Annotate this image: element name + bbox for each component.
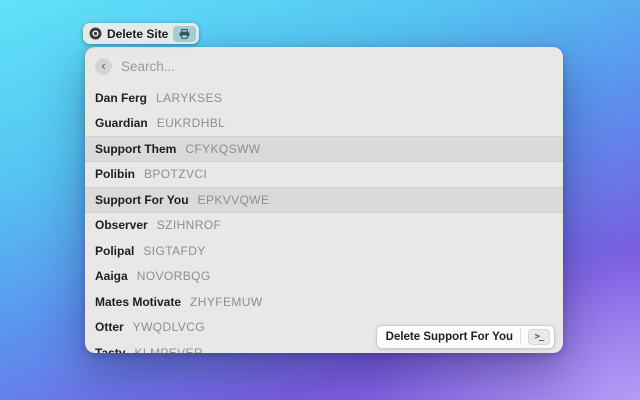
site-code: YWQDLVCG [132,320,205,335]
site-name: Mates Motivate [95,294,182,309]
site-code: LARYKSES [156,90,223,105]
delete-support-for-you-button[interactable]: Delete Support For You >_ [375,325,555,349]
site-name: Polipal [95,243,135,258]
button-divider [520,329,521,345]
back-button[interactable]: ‹ [95,57,112,75]
site-name: Guardian [95,116,148,131]
site-row[interactable]: Dan Ferg LARYKSES [85,85,563,111]
site-row[interactable]: Polipal SIGTAFDY [85,238,563,264]
site-code: KLMPEVER [134,345,204,353]
site-code: EUKRDHBL [156,116,226,131]
tooltip-label: Delete Site [107,26,169,41]
site-code: EPKVVQWE [197,192,270,207]
site-row[interactable]: Guardian EUKRDHBL [85,111,563,137]
search-bar: ‹ [85,47,563,85]
site-name: Dan Ferg [95,90,148,105]
site-list: Dan Ferg LARYKSES Guardian EUKRDHBL Supp… [85,85,563,353]
site-name: Polibin [95,167,135,182]
site-name: Otter [95,320,124,335]
site-code: SZIHNROF [156,218,222,233]
delete-site-tooltip[interactable]: Delete Site [83,23,200,44]
site-name: Support Them [95,141,177,156]
site-name: Tasty [95,345,126,353]
site-code: ZHYFEMUW [190,294,263,309]
site-code: NOVORBQG [136,269,211,284]
site-name: Support For You [95,192,189,207]
site-row[interactable]: Support Them CFYKQSWW [85,136,563,162]
printer-badge [173,25,197,42]
site-row[interactable]: Support For You EPKVVQWE [85,187,563,213]
site-row[interactable]: Polibin BPOTZVCI [85,162,563,188]
site-code: CFYKQSWW [185,141,261,156]
site-name: Aaiga [95,269,128,284]
record-icon [89,27,102,40]
terminal-prompt-icon: >_ [528,329,550,345]
site-row[interactable]: Aaiga NOVORBQG [85,264,563,290]
search-input[interactable] [121,58,553,74]
site-code: SIGTAFDY [143,243,206,258]
action-button-label: Delete Support For You [385,331,513,343]
site-row[interactable]: Mates Motivate ZHYFEMUW [85,289,563,315]
site-code: BPOTZVCI [144,167,208,182]
printer-icon [179,28,190,39]
site-row[interactable]: Observer SZIHNROF [85,213,563,239]
chevron-left-icon: ‹ [101,57,106,73]
search-palette-panel: ‹ Dan Ferg LARYKSES Guardian EUKRDHBL Su… [85,47,563,353]
site-name: Observer [95,218,148,233]
